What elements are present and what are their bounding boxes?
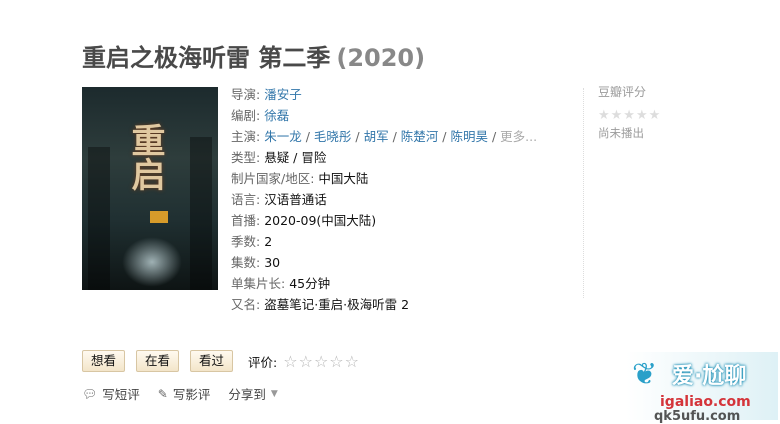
chevron-down-icon: ▼ [270, 388, 278, 399]
rating-label: 豆瓣评分 [598, 85, 647, 99]
info-panel: 导演: 潘安子 编剧: 徐磊 主演: 朱一龙 / 毛晓彤 / 胡军 / 陈楚河 … [231, 84, 537, 315]
cast-more-link[interactable]: 更多... [500, 129, 537, 144]
watermark: ❦ 爱·尬聊 igaliao.com qk5ufu.com [626, 352, 778, 424]
genre-label: 类型: [231, 150, 261, 165]
want-to-watch-button[interactable]: 想看 [82, 350, 126, 372]
title-name: 重启之极海听雷 第二季 [82, 44, 331, 72]
seasons-value: 2 [264, 234, 273, 249]
cast-link[interactable]: 朱一龙 [264, 129, 302, 144]
page-title: 重启之极海听雷 第二季 (2020) [82, 38, 425, 73]
writer-row: 编剧: 徐磊 [231, 105, 537, 126]
cast-link[interactable]: 陈楚河 [401, 129, 439, 144]
cast-separator: / [301, 129, 314, 144]
writer-label: 编剧: [231, 108, 261, 123]
episodes-row: 集数: 30 [231, 252, 537, 273]
writer-link[interactable]: 徐磊 [264, 108, 289, 123]
speech-bubble-icon: 💬︎ [82, 386, 98, 401]
write-review-label: 写影评 [172, 387, 211, 402]
cast-separator: / [388, 129, 401, 144]
language-row: 语言: 汉语普通话 [231, 189, 537, 210]
write-short-review-label: 写短评 [102, 387, 140, 402]
rating-divider [583, 88, 585, 298]
cast-separator: / [351, 129, 364, 144]
share-dropdown[interactable]: 分享到 ▼ [228, 384, 277, 403]
poster-tag [150, 211, 168, 223]
rating-stars-icon: ★★★★★ [598, 108, 662, 123]
country-label: 制片国家/地区: [231, 171, 315, 186]
aka-row: 又名: 盗墓笔记·重启·极海听雷 2 [231, 294, 537, 315]
language-value: 汉语普通话 [264, 192, 327, 207]
bird-logo-icon: ❦ [632, 357, 658, 392]
cast-separator: / [438, 129, 451, 144]
runtime-value: 45分钟 [289, 276, 331, 291]
country-row: 制片国家/地区: 中国大陆 [231, 168, 537, 189]
runtime-label: 单集片长: [231, 276, 286, 291]
poster-image[interactable]: 重启 [82, 87, 218, 290]
poster-pillar-left [88, 147, 110, 290]
rating-panel: 豆瓣评分 ★★★★★ 尚未播出 [598, 83, 661, 141]
seasons-label: 季数: [231, 234, 261, 249]
rate-stars-input[interactable]: ☆☆☆☆☆ [283, 352, 360, 371]
seasons-row: 季数: 2 [231, 231, 537, 252]
premiere-row: 首播: 2020-09(中国大陆) [231, 210, 537, 231]
watermark-cn: 爱·尬聊 [672, 364, 747, 389]
pencil-icon: ✎ [157, 386, 168, 401]
watched-button[interactable]: 看过 [190, 350, 234, 372]
cast-link[interactable]: 陈明昊 [450, 129, 488, 144]
language-label: 语言: [231, 192, 261, 207]
premiere-value: 2020-09(中国大陆) [264, 213, 377, 228]
write-review-link[interactable]: ✎ 写影评 [158, 384, 211, 403]
cast-link[interactable]: 胡军 [364, 129, 389, 144]
director-label: 导演: [231, 87, 261, 102]
action-bar: 想看 在看 看过 评价: ☆☆☆☆☆ [82, 350, 360, 372]
share-label: 分享到 [228, 387, 266, 402]
cast-label: 主演: [231, 129, 261, 144]
write-short-review-link[interactable]: 💬︎ 写短评 [82, 384, 140, 403]
poster-glow [122, 237, 182, 287]
country-value: 中国大陆 [318, 171, 369, 186]
genre-row: 类型: 悬疑 / 冒险 [231, 147, 537, 168]
episodes-label: 集数: [231, 255, 261, 270]
cast-separator: / [487, 129, 501, 144]
director-link[interactable]: 潘安子 [264, 87, 302, 102]
cast-row: 主演: 朱一龙 / 毛晓彤 / 胡军 / 陈楚河 / 陈明昊 / 更多... [231, 126, 537, 147]
aka-value: 盗墓笔记·重启·极海听雷 2 [264, 297, 410, 312]
episodes-value: 30 [264, 255, 281, 270]
premiere-label: 首播: [231, 213, 261, 228]
watching-button[interactable]: 在看 [136, 350, 180, 372]
title-year: (2020) [336, 44, 426, 72]
cast-link[interactable]: 毛晓彤 [314, 129, 352, 144]
rate-label: 评价: [248, 354, 278, 370]
review-links: 💬︎ 写短评 ✎ 写影评 分享到 ▼ [82, 384, 296, 403]
genre-value: 悬疑 / 冒险 [264, 150, 327, 165]
poster-pillar-right [190, 137, 212, 290]
aka-label: 又名: [231, 297, 261, 312]
watermark-url-secondary: qk5ufu.com [654, 409, 741, 424]
rating-status: 尚未播出 [598, 126, 644, 140]
poster-logo: 重启 [125, 123, 165, 191]
runtime-row: 单集片长: 45分钟 [231, 273, 537, 294]
director-row: 导演: 潘安子 [231, 84, 537, 105]
watermark-url: igaliao.com [660, 394, 751, 410]
